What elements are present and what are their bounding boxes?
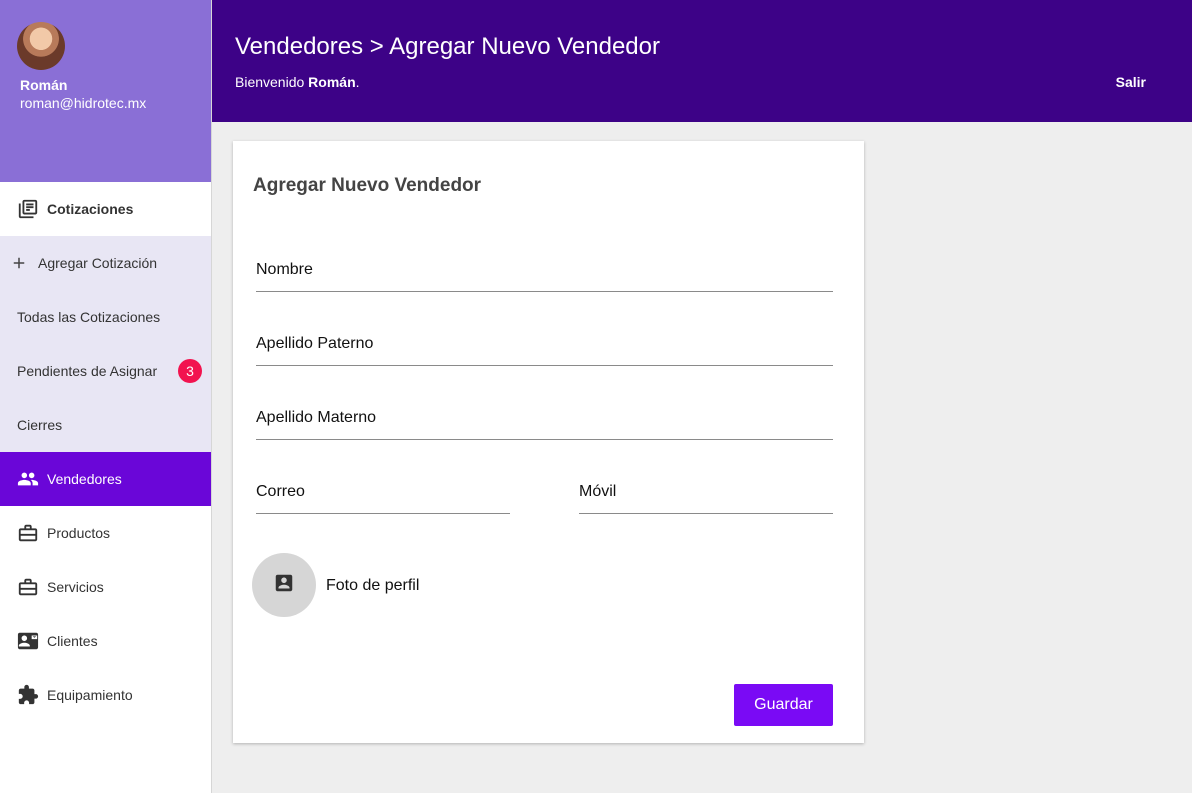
sidebar-item-label: Servicios [47, 579, 104, 595]
welcome-prefix: Bienvenido [235, 74, 305, 90]
sidebar: Román roman@hidrotec.mx Cotizaciones Agr… [0, 0, 212, 793]
sidebar-item-pendientes-asignar[interactable]: Pendientes de Asignar 3 [0, 344, 211, 398]
sidebar-item-label: Clientes [47, 633, 98, 649]
profile-name: Román [20, 77, 68, 93]
account-box-icon [273, 572, 295, 599]
puzzle-icon [17, 684, 39, 706]
sidebar-item-agregar-cotizacion[interactable]: Agregar Cotización [0, 236, 211, 290]
sidebar-item-servicios[interactable]: Servicios [0, 560, 211, 614]
sidebar-item-todas-cotizaciones[interactable]: Todas las Cotizaciones [0, 290, 211, 344]
pending-count-badge: 3 [178, 359, 202, 383]
logout-link[interactable]: Salir [1116, 74, 1146, 90]
sidebar-item-label: Equipamiento [47, 687, 133, 703]
apellido-paterno-input[interactable] [256, 313, 833, 365]
save-button[interactable]: Guardar [734, 684, 833, 726]
apellido-paterno-field-wrapper [256, 313, 833, 366]
sidebar-item-cotizaciones[interactable]: Cotizaciones [0, 182, 211, 236]
sidebar-item-label: Pendientes de Asignar [17, 363, 158, 379]
top-header: Vendedores > Agregar Nuevo Vendedor Bien… [212, 0, 1192, 122]
sidebar-item-label: Vendedores [47, 471, 122, 487]
sidebar-item-label: Productos [47, 525, 111, 541]
nombre-input[interactable] [256, 239, 833, 291]
sidebar-item-cierres[interactable]: Cierres [0, 398, 211, 452]
welcome-user-name: Román [308, 74, 356, 90]
apellido-materno-input[interactable] [256, 387, 833, 439]
sidebar-item-equipamiento[interactable]: Equipamiento [0, 668, 211, 722]
profile-photo-label: Foto de perfil [326, 577, 420, 594]
contact-card-icon [17, 630, 39, 652]
people-icon [17, 468, 39, 490]
sidebar-item-label: Cierres [17, 417, 63, 433]
movil-field-wrapper [579, 461, 833, 514]
sidebar-item-vendedores[interactable]: Vendedores [0, 452, 211, 506]
profile-email: roman@hidrotec.mx [20, 95, 147, 111]
briefcase-icon [17, 576, 39, 598]
profile-panel: Román roman@hidrotec.mx [0, 0, 211, 182]
sidebar-item-label: Todas las Cotizaciones [17, 309, 161, 325]
sidebar-item-productos[interactable]: Productos [0, 506, 211, 560]
avatar[interactable] [17, 22, 65, 70]
profile-photo-button[interactable] [252, 553, 316, 617]
library-books-icon [17, 198, 39, 220]
nombre-field-wrapper [256, 239, 833, 292]
welcome-message: Bienvenido Román. [235, 74, 360, 90]
breadcrumb: Vendedores > Agregar Nuevo Vendedor [235, 33, 660, 60]
sidebar-item-label: Cotizaciones [47, 201, 134, 217]
plus-icon [8, 252, 30, 274]
welcome-suffix: . [355, 74, 360, 90]
correo-field-wrapper [256, 461, 510, 514]
sidebar-item-clientes[interactable]: Clientes [0, 614, 211, 668]
movil-input[interactable] [579, 461, 833, 513]
add-vendor-form-card: Agregar Nuevo Vendedor Foto de perfil Gu… [233, 141, 864, 743]
briefcase-icon [17, 522, 39, 544]
correo-input[interactable] [256, 461, 510, 513]
form-title: Agregar Nuevo Vendedor [253, 175, 482, 196]
sidebar-item-label: Agregar Cotización [38, 255, 158, 271]
apellido-materno-field-wrapper [256, 387, 833, 440]
